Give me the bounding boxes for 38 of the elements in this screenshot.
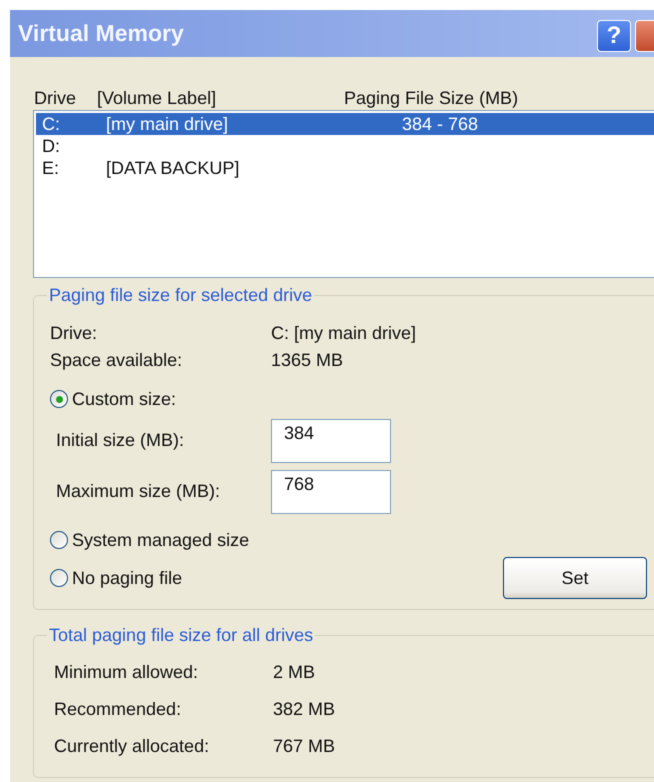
- total-label: Minimum allowed:: [54, 661, 200, 684]
- column-header: Paging File Size (MB): [344, 88, 520, 109]
- volume-label: [my main drive]: [106, 113, 230, 135]
- drive-row[interactable]: E: [DATA BACKUP]: [36, 157, 654, 179]
- group-title: Total paging file size for all drives: [48, 624, 314, 646]
- field-label: Maximum size (MB):: [56, 481, 222, 502]
- total-value: 382 MB: [273, 698, 336, 721]
- drive-letter: C:: [42, 113, 61, 135]
- drive-list[interactable]: C: [my main drive] 384 - 768 D: E: [DATA BACKUP]: [33, 110, 654, 278]
- radio-label[interactable]: Custom size:: [72, 388, 176, 410]
- total-value: 767 MB: [273, 735, 336, 758]
- radio-label[interactable]: System managed size: [72, 530, 250, 550]
- group-title: Paging file size for selected drive: [48, 284, 314, 306]
- radio-button[interactable]: [50, 569, 68, 587]
- radio-button[interactable]: [50, 531, 68, 549]
- radio-label[interactable]: No paging file: [72, 568, 182, 588]
- total-label: Currently allocated:: [54, 735, 210, 758]
- drive-row[interactable]: D:: [36, 135, 654, 157]
- volume-label: [DATA BACKUP]: [106, 157, 240, 179]
- input-field[interactable]: 384: [271, 418, 391, 462]
- drive-row[interactable]: C: [my main drive] 384 - 768: [36, 113, 654, 135]
- radio-button[interactable]: [50, 390, 68, 408]
- total-value: 2 MB: [273, 661, 316, 684]
- paging-size: 384 - 768: [402, 113, 480, 135]
- info-value: 1365 MB: [271, 349, 344, 372]
- info-value: C: [my main drive]: [271, 322, 418, 345]
- input-field[interactable]: 768: [271, 470, 391, 514]
- column-header: [Volume Label]: [97, 88, 218, 109]
- total-label: Recommended:: [54, 698, 182, 721]
- info-label: Drive:: [50, 322, 98, 345]
- window-title: Virtual Memory: [18, 20, 184, 47]
- info-label: Space available:: [50, 349, 184, 372]
- drive-letter: E:: [42, 157, 60, 179]
- field-label: Initial size (MB):: [56, 430, 186, 451]
- drive-letter: D:: [42, 135, 61, 157]
- column-header: Drive: [34, 88, 78, 109]
- help-button[interactable]: ?: [597, 20, 631, 52]
- set-button[interactable]: Set: [503, 557, 647, 599]
